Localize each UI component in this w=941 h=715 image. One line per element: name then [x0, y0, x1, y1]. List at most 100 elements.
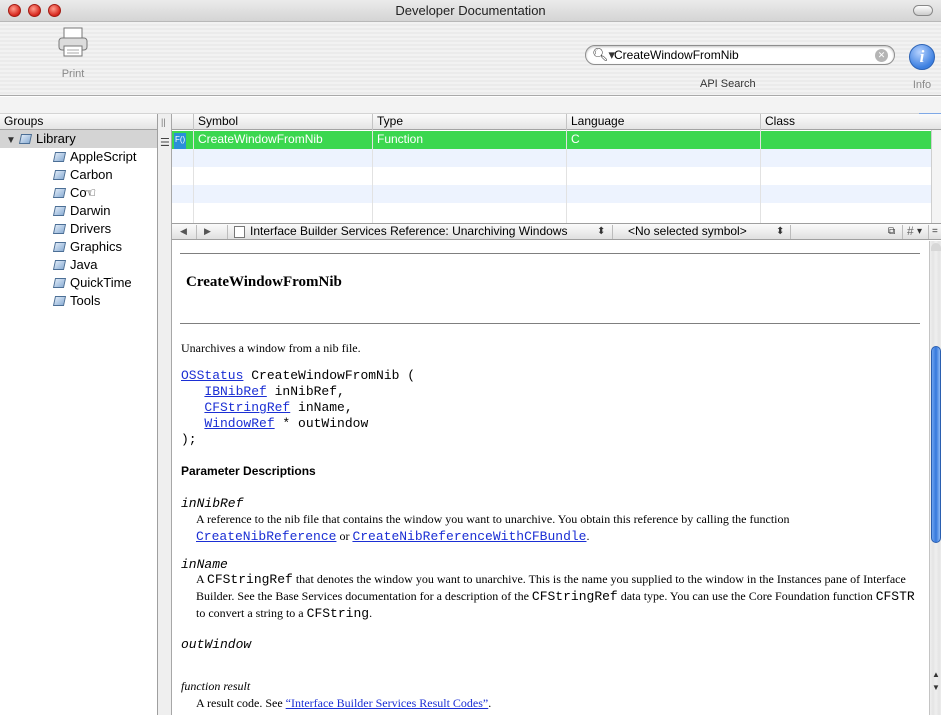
group-quicktime[interactable]: QuickTime: [0, 274, 157, 292]
clear-search-icon[interactable]: ✕: [875, 49, 888, 62]
code-text: CFStringRef: [207, 572, 293, 587]
divider: [227, 225, 228, 239]
column-header-symbol[interactable]: Symbol: [193, 114, 372, 130]
doc-title-popup[interactable]: Interface Builder Services Reference: Un…: [250, 224, 567, 239]
param-type-link[interactable]: IBNibRef: [204, 384, 266, 399]
divider: [612, 225, 613, 239]
divider: [928, 225, 929, 239]
disclosure-triangle-icon[interactable]: ▼: [6, 132, 20, 150]
group-label: Drivers: [70, 221, 112, 236]
symbol-popup-arrows-icon[interactable]: ⬍: [776, 224, 784, 239]
scrollbar-thumb[interactable]: [931, 346, 941, 543]
book-icon: [52, 278, 67, 288]
param-desc-text: .: [586, 529, 590, 543]
hand-cursor-icon: ☜: [84, 185, 97, 200]
divider: [196, 225, 197, 239]
cell-symbol: CreateWindowFromNib: [193, 131, 372, 149]
column-menu-icon[interactable]: ☰: [160, 136, 170, 149]
empty-row: [172, 167, 931, 185]
api-search-label: API Search: [700, 78, 756, 90]
result-text: A result code. See: [196, 696, 286, 710]
group-cocoa[interactable]: Co☜: [0, 184, 157, 202]
toolbar-toggle-button[interactable]: [913, 5, 933, 16]
param-type-link[interactable]: WindowRef: [204, 416, 274, 431]
back-arrow-icon[interactable]: ◀: [180, 224, 187, 239]
results-scrollbar[interactable]: [931, 130, 941, 223]
pane-splitter[interactable]: || ☰: [158, 114, 172, 715]
empty-row: [172, 185, 931, 203]
symbol-popup[interactable]: <No selected symbol>: [628, 224, 747, 239]
group-graphics[interactable]: Graphics: [0, 238, 157, 256]
anchor-menu[interactable]: #: [907, 224, 914, 239]
function-result-heading: function result: [181, 679, 251, 693]
result-text: .: [488, 696, 492, 710]
forward-arrow-icon[interactable]: ▶: [204, 224, 211, 239]
printer-icon: [58, 27, 88, 57]
group-label: Java: [70, 257, 98, 272]
param-text: inName,: [290, 400, 353, 415]
column-header-class[interactable]: Class: [760, 114, 941, 130]
anchor-menu-arrow-icon[interactable]: ▾: [917, 224, 922, 239]
group-carbon[interactable]: Carbon: [0, 166, 157, 184]
search-input[interactable]: [614, 47, 854, 63]
info-button[interactable]: i Info: [905, 44, 939, 91]
group-label: Tools: [70, 293, 101, 308]
divider: [180, 323, 920, 324]
doc-title: CreateWindowFromNib: [186, 274, 342, 290]
group-darwin[interactable]: Darwin: [0, 202, 157, 220]
divider: [790, 225, 791, 239]
param-desc-text: to convert a string to a: [196, 606, 307, 620]
groups-pane: Groups ▼ Library AppleScript Carbon Co☜ D…: [0, 114, 158, 715]
group-tools[interactable]: Tools: [0, 292, 157, 310]
column-divider: [372, 130, 373, 223]
doc-popup-arrows-icon[interactable]: ⬍: [597, 224, 605, 239]
param-name-outwindow: outWindow: [181, 637, 252, 652]
print-button[interactable]: Print: [48, 26, 98, 80]
parameter-descriptions-heading: Parameter Descriptions: [181, 464, 316, 478]
result-codes-link[interactable]: “Interface Builder Services Result Codes…: [286, 696, 489, 710]
function-signature: OSStatus CreateWindowFromNib ( IBNibRef …: [181, 368, 415, 448]
param-desc-text: .: [369, 606, 373, 620]
results-header: Symbol Type Language Class: [172, 114, 941, 130]
group-label: Graphics: [70, 239, 123, 254]
group-drivers[interactable]: Drivers: [0, 220, 157, 238]
bookmark-icon[interactable]: ⧉: [888, 224, 895, 239]
split-toggle-icon[interactable]: =: [932, 224, 938, 239]
book-icon: [52, 206, 67, 216]
function-result-desc: A result code. See “Interface Builder Se…: [196, 696, 491, 711]
groups-header[interactable]: Groups: [0, 114, 157, 130]
return-type-link[interactable]: OSStatus: [181, 368, 243, 383]
column-header-language[interactable]: Language: [566, 114, 760, 130]
group-library[interactable]: ▼ Library: [0, 130, 157, 148]
api-search-field[interactable]: 🔍︎▾ ✕: [585, 45, 895, 65]
doc-summary: Unarchives a window from a nib file.: [181, 341, 361, 355]
doc-nav-bar: ◀ ▶ Interface Builder Services Reference…: [172, 223, 941, 240]
code-text: CFString: [306, 606, 370, 621]
book-icon: [52, 188, 67, 198]
create-nib-reference-link[interactable]: CreateNibReference: [196, 529, 336, 544]
divider: [902, 225, 903, 239]
book-icon: [52, 260, 67, 270]
empty-row: [172, 149, 931, 167]
group-java[interactable]: Java: [0, 256, 157, 274]
param-type-link[interactable]: CFStringRef: [204, 400, 290, 415]
scroll-up-arrow-icon[interactable]: ▲: [930, 669, 941, 681]
info-icon: i: [909, 44, 935, 70]
document-scrollbar[interactable]: ▲ ▼: [929, 241, 941, 715]
group-label: Carbon: [70, 167, 113, 182]
column-header-type[interactable]: Type: [372, 114, 566, 130]
group-label: Darwin: [70, 203, 111, 218]
cell-language: C: [566, 131, 760, 149]
column-divider: [193, 130, 194, 223]
column-divider: [760, 130, 761, 223]
group-applescript[interactable]: AppleScript: [0, 148, 157, 166]
book-icon: [18, 134, 33, 144]
scroll-down-arrow-icon[interactable]: ▼: [930, 682, 941, 694]
param-desc-text: A reference to the nib file that contain…: [196, 512, 790, 526]
create-nib-reference-with-cfbundle-link[interactable]: CreateNibReferenceWithCFBundle: [352, 529, 586, 544]
group-label: QuickTime: [70, 275, 132, 290]
search-menu-icon[interactable]: 🔍︎▾: [592, 47, 615, 63]
param-name-innibref: inNibRef: [181, 496, 244, 511]
split-grip-icon[interactable]: ||: [161, 117, 166, 127]
table-row[interactable]: F() CreateWindowFromNib Function C: [172, 131, 931, 151]
